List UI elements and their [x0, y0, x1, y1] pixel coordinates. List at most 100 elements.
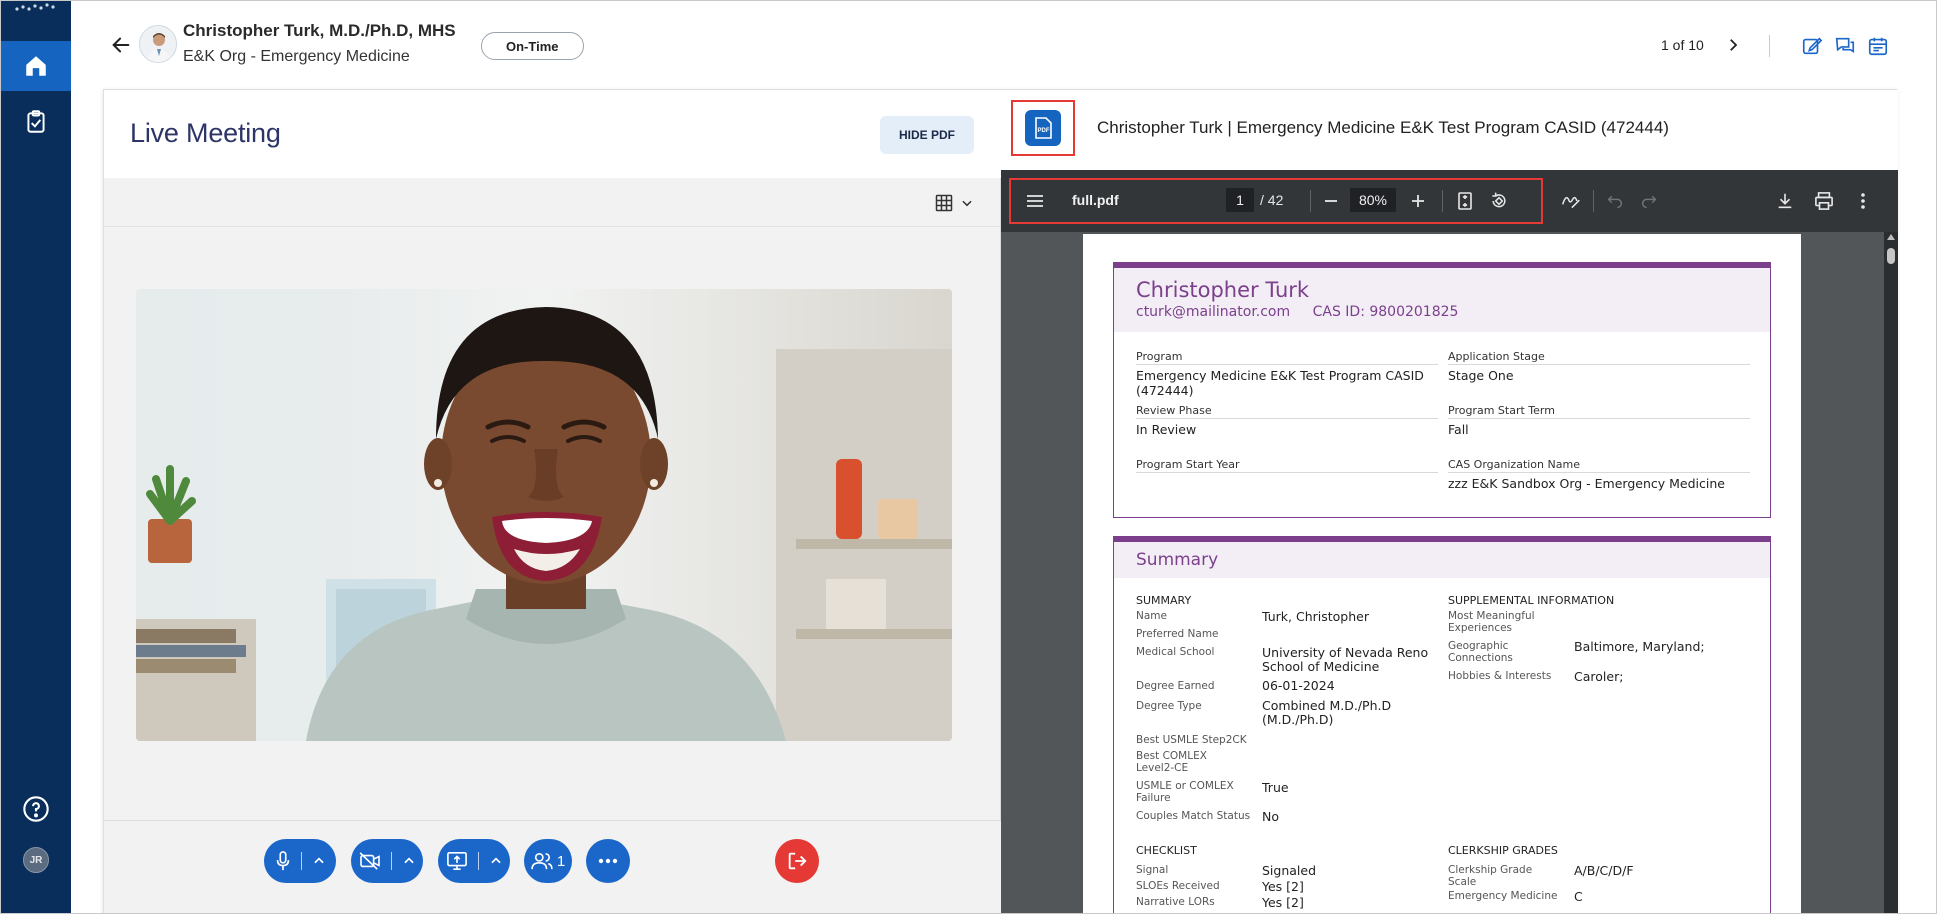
pdf-page-input[interactable]: [1226, 188, 1254, 212]
edit-icon: [1802, 37, 1823, 55]
nav-help[interactable]: [1, 787, 71, 831]
minus-icon: [1325, 200, 1337, 202]
nav-home[interactable]: [1, 41, 71, 91]
summary-value: No: [1262, 809, 1279, 824]
chevron-down-icon: [962, 200, 972, 207]
menu-icon: [1027, 195, 1043, 207]
download-icon: [1778, 193, 1792, 209]
summary-head: SUMMARY: [1136, 594, 1192, 607]
print-button[interactable]: [1812, 189, 1836, 213]
leave-meeting-button[interactable]: [775, 839, 819, 883]
pdf-icon-label: PDF: [1038, 128, 1050, 134]
header-divider: [1769, 35, 1770, 57]
status-badge: On-Time: [481, 32, 584, 60]
meeting-divider: [104, 226, 1001, 227]
summary-value: True: [1262, 780, 1289, 795]
chevron-right-icon: [1730, 39, 1738, 51]
clerkship-label: Clerkship Grade Scale: [1448, 864, 1533, 888]
chevron-up-icon[interactable]: [312, 854, 326, 868]
more-vertical-icon: [1861, 193, 1865, 209]
field-value: Emergency Medicine E&K Test Program CASI…: [1136, 368, 1424, 398]
user-avatar[interactable]: JR: [23, 847, 49, 873]
more-vertical-button[interactable]: [1851, 189, 1875, 213]
summary-label: Degree Earned: [1136, 680, 1215, 692]
plus-icon: [1412, 195, 1424, 207]
layout-toggle[interactable]: [926, 188, 982, 218]
participants-button[interactable]: 1: [524, 839, 572, 883]
toolbar-divider: [1442, 190, 1443, 212]
summary-value: Combined M.D./Ph.D (M.D./Ph.D): [1262, 698, 1392, 727]
back-button[interactable]: [107, 31, 135, 59]
share-screen-button[interactable]: [438, 839, 510, 883]
main-card: Live Meeting HIDE PDF 1 PDF Christopher …: [103, 89, 1898, 913]
field-cas-org-name: CAS Organization Name zzz E&K Sandbox Or…: [1448, 458, 1750, 491]
chat-button[interactable]: [1832, 33, 1858, 59]
zoom-out-button[interactable]: [1319, 189, 1343, 213]
checklist-value: Yes [2]: [1262, 879, 1304, 894]
field-program-start-term: Program Start Term Fall: [1448, 404, 1750, 437]
pdf-heading: Christopher Turk | Emergency Medicine E&…: [1097, 118, 1669, 137]
pdf-file-button[interactable]: PDF: [1025, 110, 1061, 146]
screen-share-icon: [446, 852, 467, 870]
checklist-value: Signaled: [1262, 863, 1317, 878]
doc-cas-id: CAS ID: 9800201825: [1312, 304, 1459, 320]
checklist-label: Narrative LORs: [1136, 896, 1215, 908]
next-button[interactable]: [1721, 33, 1745, 57]
rotate-button[interactable]: [1487, 189, 1511, 213]
help-icon: [23, 796, 49, 822]
clerkship-value: C: [1574, 889, 1583, 904]
button-separator: [477, 852, 479, 870]
field-label: Program: [1136, 350, 1438, 365]
pdf-menu-button[interactable]: [1023, 189, 1047, 213]
download-button[interactable]: [1773, 189, 1797, 213]
checklist-label: Signal: [1136, 864, 1169, 876]
pdf-total-pages: / 42: [1260, 192, 1284, 208]
pdf-icon-highlight: PDF: [1011, 100, 1075, 156]
more-options-button[interactable]: [586, 839, 630, 883]
scroll-up-arrow[interactable]: [1887, 234, 1895, 240]
chevron-up-icon[interactable]: [489, 854, 503, 868]
calendar-icon: [1868, 37, 1888, 56]
arrow-left-icon: [112, 37, 130, 53]
logo-icon: [15, 3, 55, 11]
field-application-stage: Application Stage Stage One: [1448, 350, 1750, 383]
hide-pdf-button[interactable]: HIDE PDF: [880, 116, 974, 154]
edit-button[interactable]: [1799, 33, 1825, 59]
zoom-in-button[interactable]: [1406, 189, 1430, 213]
supplemental-value: Baltimore, Maryland;: [1574, 639, 1705, 654]
camera-button[interactable]: [351, 839, 423, 883]
nav-tasks[interactable]: [1, 97, 71, 147]
scroll-thumb[interactable]: [1887, 248, 1895, 264]
button-separator: [300, 852, 302, 870]
summary-label: USMLE or COMLEX Failure: [1136, 780, 1234, 804]
checklist-head: CHECKLIST: [1136, 844, 1197, 857]
summary-value: 06-01-2024: [1262, 678, 1335, 693]
field-program: Program Emergency Medicine E&K Test Prog…: [1136, 350, 1438, 398]
supplemental-label: Geographic Connections: [1448, 640, 1513, 664]
mic-button[interactable]: [264, 839, 336, 883]
undo-button[interactable]: [1603, 189, 1627, 213]
pager-label: 1 of 10: [1661, 37, 1704, 53]
pdf-toolbar: full.pdf / 42: [1001, 170, 1898, 232]
chevron-up-icon[interactable]: [402, 854, 416, 868]
pdf-scrollbar[interactable]: [1884, 232, 1898, 913]
candidate-avatar: [139, 25, 177, 63]
clerkship-label: Emergency Medicine: [1448, 890, 1558, 902]
fit-page-button[interactable]: [1453, 189, 1477, 213]
fit-page-icon: [1458, 192, 1472, 210]
zoom-input[interactable]: [1350, 188, 1396, 212]
toolbar-divider: [1310, 190, 1311, 212]
draw-icon: [1561, 196, 1580, 209]
app-window: JR Christopher Turk, M.D./Ph.D, MHS E&K …: [0, 0, 1937, 914]
candidate-org: E&K Org - Emergency Medicine: [183, 48, 410, 65]
pdf-viewer: full.pdf / 42: [1001, 170, 1898, 913]
meeting-panel: Live Meeting HIDE PDF 1: [104, 90, 1001, 913]
clerkship-value: A/B/C/D/F: [1574, 863, 1634, 878]
draw-button[interactable]: [1559, 189, 1583, 213]
meeting-title: Live Meeting: [130, 118, 281, 148]
checklist-column: CHECKLIST Signal Signaled SLOEs Received…: [1136, 844, 1436, 913]
notes-button[interactable]: [1865, 33, 1891, 59]
pdf-page-area[interactable]: Christopher Turk cturk@mailinator.com CA…: [1001, 232, 1898, 913]
field-label: Program Start Year: [1136, 458, 1438, 473]
redo-button[interactable]: [1637, 189, 1661, 213]
